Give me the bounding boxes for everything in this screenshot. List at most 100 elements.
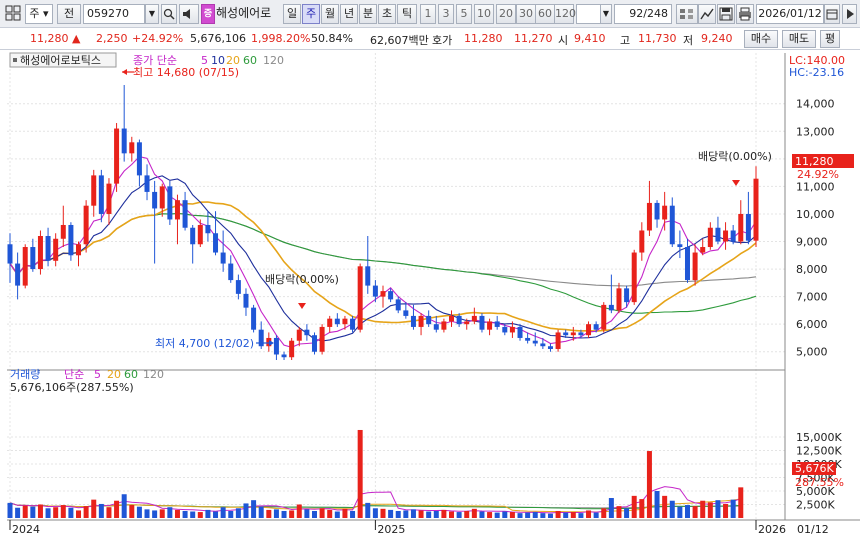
volume-bar	[251, 500, 257, 518]
page-count-field[interactable]: 92/248	[614, 4, 672, 24]
interval-120[interactable]: 120	[554, 4, 576, 24]
volume-last-pct-tag: 287.55%	[795, 476, 844, 489]
speaker-icon[interactable]	[179, 4, 199, 24]
candle-body	[136, 142, 142, 176]
candle-body	[745, 213, 751, 241]
stock-chart[interactable]: 14,00013,00012,00011,00010,0009,0008,000…	[0, 50, 860, 543]
period-week[interactable]: 주	[302, 4, 320, 24]
candle-body	[121, 128, 127, 154]
volume-bar	[433, 510, 439, 518]
open-price: 9,410	[574, 32, 606, 45]
calendar-icon[interactable]	[824, 4, 840, 24]
grid-icon[interactable]	[3, 4, 23, 24]
candle-body	[7, 244, 13, 264]
interval-60[interactable]: 60	[535, 4, 555, 24]
stock-code-input[interactable]: 059270	[83, 4, 145, 24]
volume-bar	[296, 504, 302, 518]
volume-bar	[479, 511, 485, 518]
trend-line-icon[interactable]	[698, 4, 716, 24]
candle-body	[144, 175, 150, 192]
volume-bar	[114, 500, 120, 518]
volume-bar	[273, 509, 279, 518]
volume-bar	[738, 487, 744, 518]
candle-body	[365, 266, 371, 286]
price-tick-label: 8,000	[796, 263, 828, 276]
interval-1[interactable]: 1	[420, 4, 436, 24]
volume-bar	[197, 512, 203, 518]
candle-body	[555, 332, 561, 349]
candle-body	[578, 332, 584, 336]
volume-bar	[22, 505, 28, 518]
print-icon[interactable]	[736, 4, 754, 24]
candle-body	[738, 213, 744, 242]
change-arrow: ▲	[72, 32, 81, 45]
chart-settings-icon[interactable]	[676, 4, 698, 24]
dividend-arrow-2-icon	[732, 180, 740, 186]
interval-30[interactable]: 30	[516, 4, 536, 24]
volume-bar	[441, 509, 447, 518]
period-minute[interactable]: 분	[359, 4, 377, 24]
volume-bar	[213, 511, 219, 518]
candle-body	[167, 186, 173, 220]
ask-price: 11,280	[464, 32, 503, 45]
candle-body	[281, 354, 287, 358]
volume-bar	[37, 504, 43, 518]
candles	[7, 85, 759, 360]
volume-bar	[350, 510, 356, 518]
volume-bar	[563, 512, 569, 518]
low-label: 저	[683, 34, 694, 47]
date-input[interactable]: 2026/01/12	[756, 4, 824, 24]
volume-bar	[388, 509, 394, 518]
search-icon[interactable]	[161, 4, 177, 24]
turnover-rate: 50.84%	[311, 32, 353, 45]
market-type-button[interactable]: 전	[57, 4, 81, 24]
legend-dot-icon	[13, 58, 17, 62]
code-dropdown-icon[interactable]: ▼	[145, 4, 159, 24]
candle-body	[357, 266, 363, 330]
interval-3[interactable]: 3	[438, 4, 454, 24]
interval-5[interactable]: 5	[456, 4, 472, 24]
candle-body	[677, 244, 683, 248]
period-day[interactable]: 일	[283, 4, 301, 24]
interval-10[interactable]: 10	[474, 4, 494, 24]
candle-body	[723, 230, 729, 242]
sell-button[interactable]: 매도	[782, 30, 816, 48]
volume-bar	[182, 510, 188, 518]
balance-button[interactable]: 평	[820, 30, 840, 48]
play-icon[interactable]	[842, 4, 857, 24]
volume-bar	[646, 451, 652, 518]
high-marker-arrow-icon	[122, 69, 127, 75]
interval-dropdown-icon[interactable]: ▼	[600, 4, 612, 24]
volume-bar	[136, 506, 142, 518]
candle-body	[449, 315, 455, 322]
candle-body	[296, 329, 302, 341]
save-icon[interactable]	[717, 4, 735, 24]
last-pct-tag: 24.92%	[797, 168, 839, 181]
market-select[interactable]: 주 ▾	[25, 4, 53, 24]
candle-body	[311, 335, 317, 352]
x-end-label: 01/12	[797, 523, 829, 536]
candle-body	[190, 227, 196, 245]
volume-bar	[692, 506, 698, 518]
price-tick-label: 7,000	[796, 291, 828, 304]
candle-body	[753, 178, 759, 241]
candle-body	[517, 326, 523, 338]
chart-area[interactable]: 14,00013,00012,00011,00010,0009,0008,000…	[0, 50, 860, 543]
interval-20[interactable]: 20	[496, 4, 516, 24]
candle-body	[547, 346, 553, 349]
candle-body	[502, 326, 508, 333]
candle-body	[350, 318, 356, 330]
volume-bar	[586, 510, 592, 518]
candle-body	[76, 244, 82, 256]
buy-button[interactable]: 매수	[744, 30, 778, 48]
period-second[interactable]: 초	[378, 4, 396, 24]
volume-bar	[228, 510, 234, 518]
volume-bar	[700, 500, 706, 518]
volume-bar	[487, 512, 493, 518]
price-tick-label: 6,000	[796, 318, 828, 331]
candle-body	[700, 247, 706, 253]
candle-body	[684, 247, 690, 281]
period-year[interactable]: 년	[340, 4, 358, 24]
period-tick[interactable]: 틱	[397, 4, 417, 24]
period-month[interactable]: 월	[321, 4, 339, 24]
